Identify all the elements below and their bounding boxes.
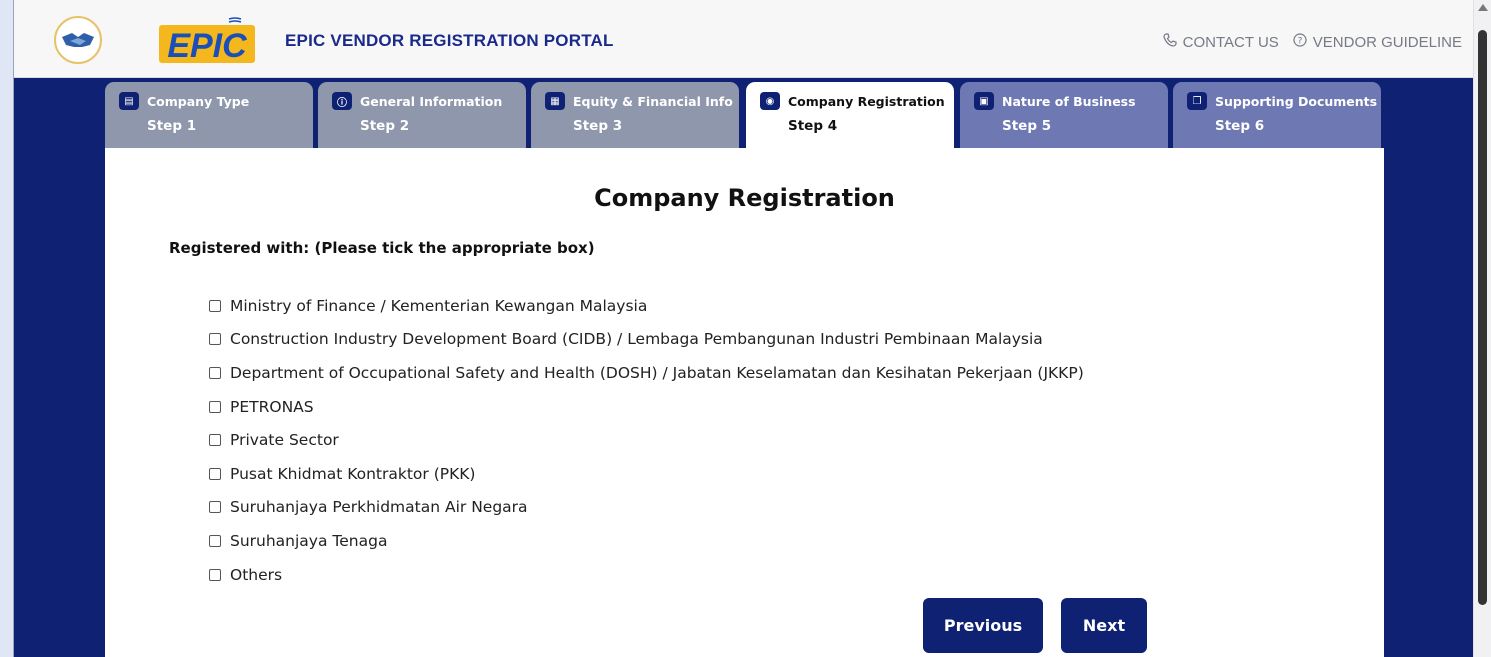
option-dosh[interactable]: Department of Occupational Safety and He… [209, 356, 1084, 390]
checkbox[interactable] [209, 534, 221, 547]
tab-nature-of-business[interactable]: ▣ Nature of Business Step 5 [960, 82, 1168, 150]
tab-step: Step 4 [788, 118, 838, 134]
checkbox[interactable] [209, 400, 221, 413]
tab-label: Company Registration [788, 93, 945, 109]
option-label: Construction Industry Development Board … [230, 330, 1043, 349]
help-circle-icon: ? [1293, 33, 1307, 51]
tab-general-information[interactable]: ⓘ General Information Step 2 [318, 82, 526, 150]
documents-icon: ❐ [1187, 92, 1207, 110]
option-label: Department of Occupational Safety and He… [230, 363, 1084, 382]
contact-us-label: CONTACT US [1182, 33, 1279, 51]
svg-text:EPIC: EPIC [167, 27, 247, 63]
vendor-guideline-link[interactable]: ? VENDOR GUIDELINE [1293, 33, 1462, 51]
option-label: Pusat Khidmat Kontraktor (PKK) [230, 464, 476, 483]
option-suruhanjaya-tenaga[interactable]: Suruhanjaya Tenaga [209, 524, 1084, 558]
tab-step: Step 1 [147, 118, 197, 134]
instruction-text: Registered with: (Please tick the approp… [169, 239, 595, 257]
tab-label: Equity & Financial Info [573, 93, 733, 109]
top-links: CONTACT US ? VENDOR GUIDELINE [1163, 33, 1462, 51]
portal-frame: EPIC EPIC VENDOR REGISTRATION PORTAL CON… [13, 0, 1475, 657]
checkbox[interactable] [209, 501, 221, 514]
contact-us-link[interactable]: CONTACT US [1163, 33, 1279, 51]
portal-title: EPIC VENDOR REGISTRATION PORTAL [285, 31, 614, 50]
tab-step: Step 3 [573, 118, 623, 134]
option-label: Suruhanjaya Tenaga [230, 531, 388, 550]
epic-logo: EPIC [159, 17, 255, 65]
checkbox[interactable] [209, 568, 221, 581]
option-petronas[interactable]: PETRONAS [209, 390, 1084, 424]
checkbox[interactable] [209, 434, 221, 447]
option-pkk[interactable]: Pusat Khidmat Kontraktor (PKK) [209, 457, 1084, 491]
page-title: Company Registration [594, 184, 895, 212]
phone-icon [1163, 33, 1177, 51]
building-icon: ▤ [119, 92, 139, 110]
tab-step: Step 5 [1002, 118, 1052, 134]
registration-panel: Company Registration Registered with: (P… [105, 148, 1384, 657]
tab-step: Step 6 [1215, 118, 1265, 134]
tab-label: General Information [360, 93, 503, 109]
option-label: Private Sector [230, 431, 339, 450]
option-private-sector[interactable]: Private Sector [209, 423, 1084, 457]
option-label: Suruhanjaya Perkhidmatan Air Negara [230, 498, 528, 517]
registration-options: Ministry of Finance / Kementerian Kewang… [209, 289, 1084, 591]
previous-button[interactable]: Previous [923, 598, 1043, 653]
option-label: Others [230, 565, 283, 584]
option-cidb[interactable]: Construction Industry Development Board … [209, 323, 1084, 357]
checkbox[interactable] [209, 467, 221, 480]
option-label: Ministry of Finance / Kementerian Kewang… [230, 296, 648, 315]
tab-step: Step 2 [360, 118, 410, 134]
svg-text:?: ? [1297, 37, 1302, 47]
vertical-scrollbar[interactable] [1473, 0, 1491, 657]
tab-supporting-documents[interactable]: ❐ Supporting Documents Step 6 [1173, 82, 1381, 150]
tab-label: Company Type [147, 93, 250, 109]
scroll-up-icon[interactable] [1478, 4, 1488, 11]
finance-icon: ▦ [545, 92, 565, 110]
tab-label: Supporting Documents [1215, 93, 1378, 109]
tab-label: Nature of Business [1002, 93, 1136, 109]
option-label: PETRONAS [230, 397, 314, 416]
briefcase-icon: ▣ [974, 92, 994, 110]
tab-equity-financial-info[interactable]: ▦ Equity & Financial Info Step 3 [531, 82, 739, 150]
option-others[interactable]: Others [209, 558, 1084, 592]
checkbox[interactable] [209, 333, 221, 346]
option-span[interactable]: Suruhanjaya Perkhidmatan Air Negara [209, 491, 1084, 525]
tab-company-registration[interactable]: ◉ Company Registration Step 4 [746, 82, 954, 150]
vendor-guideline-label: VENDOR GUIDELINE [1312, 33, 1462, 51]
registration-icon: ◉ [760, 92, 780, 110]
option-ministry-of-finance[interactable]: Ministry of Finance / Kementerian Kewang… [209, 289, 1084, 323]
info-icon: ⓘ [332, 92, 352, 110]
handshake-logo-icon [54, 16, 102, 64]
next-button[interactable]: Next [1061, 598, 1147, 653]
top-header: EPIC EPIC VENDOR REGISTRATION PORTAL CON… [14, 0, 1475, 78]
checkbox[interactable] [209, 366, 221, 379]
checkbox[interactable] [209, 299, 221, 312]
scroll-thumb[interactable] [1478, 30, 1487, 605]
tab-company-type[interactable]: ▤ Company Type Step 1 [105, 82, 313, 150]
